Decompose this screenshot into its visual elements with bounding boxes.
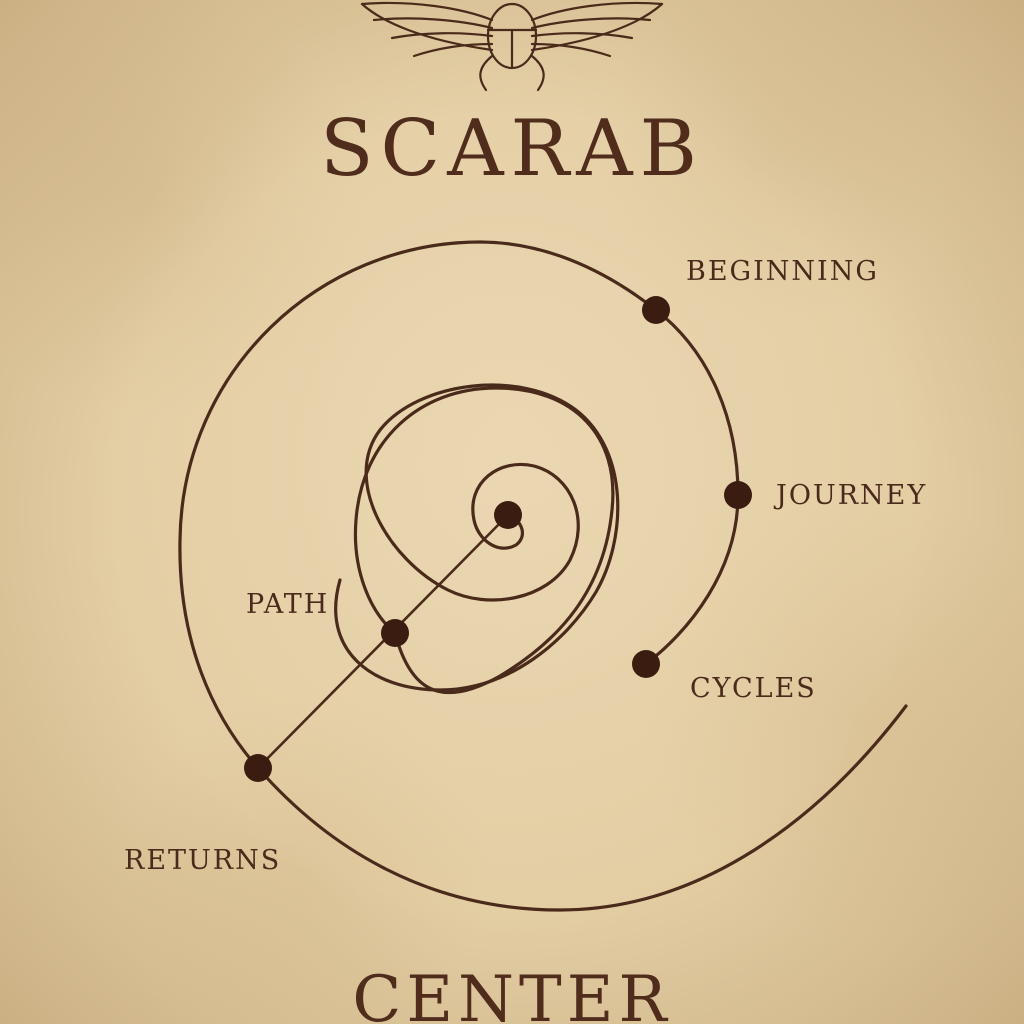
node-beginning: [642, 296, 670, 324]
node-cycles: [632, 650, 660, 678]
spiral-line: [334, 383, 620, 692]
node-returns: [244, 754, 272, 782]
node-center: [494, 501, 522, 529]
label-path: PATH: [246, 589, 330, 620]
node-path: [381, 619, 409, 647]
node-journey: [724, 481, 752, 509]
center-connector-line: [257, 514, 509, 769]
footer-title: CENTER: [352, 963, 672, 1024]
spiral-outer-arc: [178, 240, 908, 912]
label-journey: JOURNEY: [776, 480, 928, 511]
label-cycles: CYCLES: [690, 673, 817, 704]
label-beginning: BEGINNING: [686, 256, 879, 287]
label-returns: RETURNS: [124, 845, 282, 876]
